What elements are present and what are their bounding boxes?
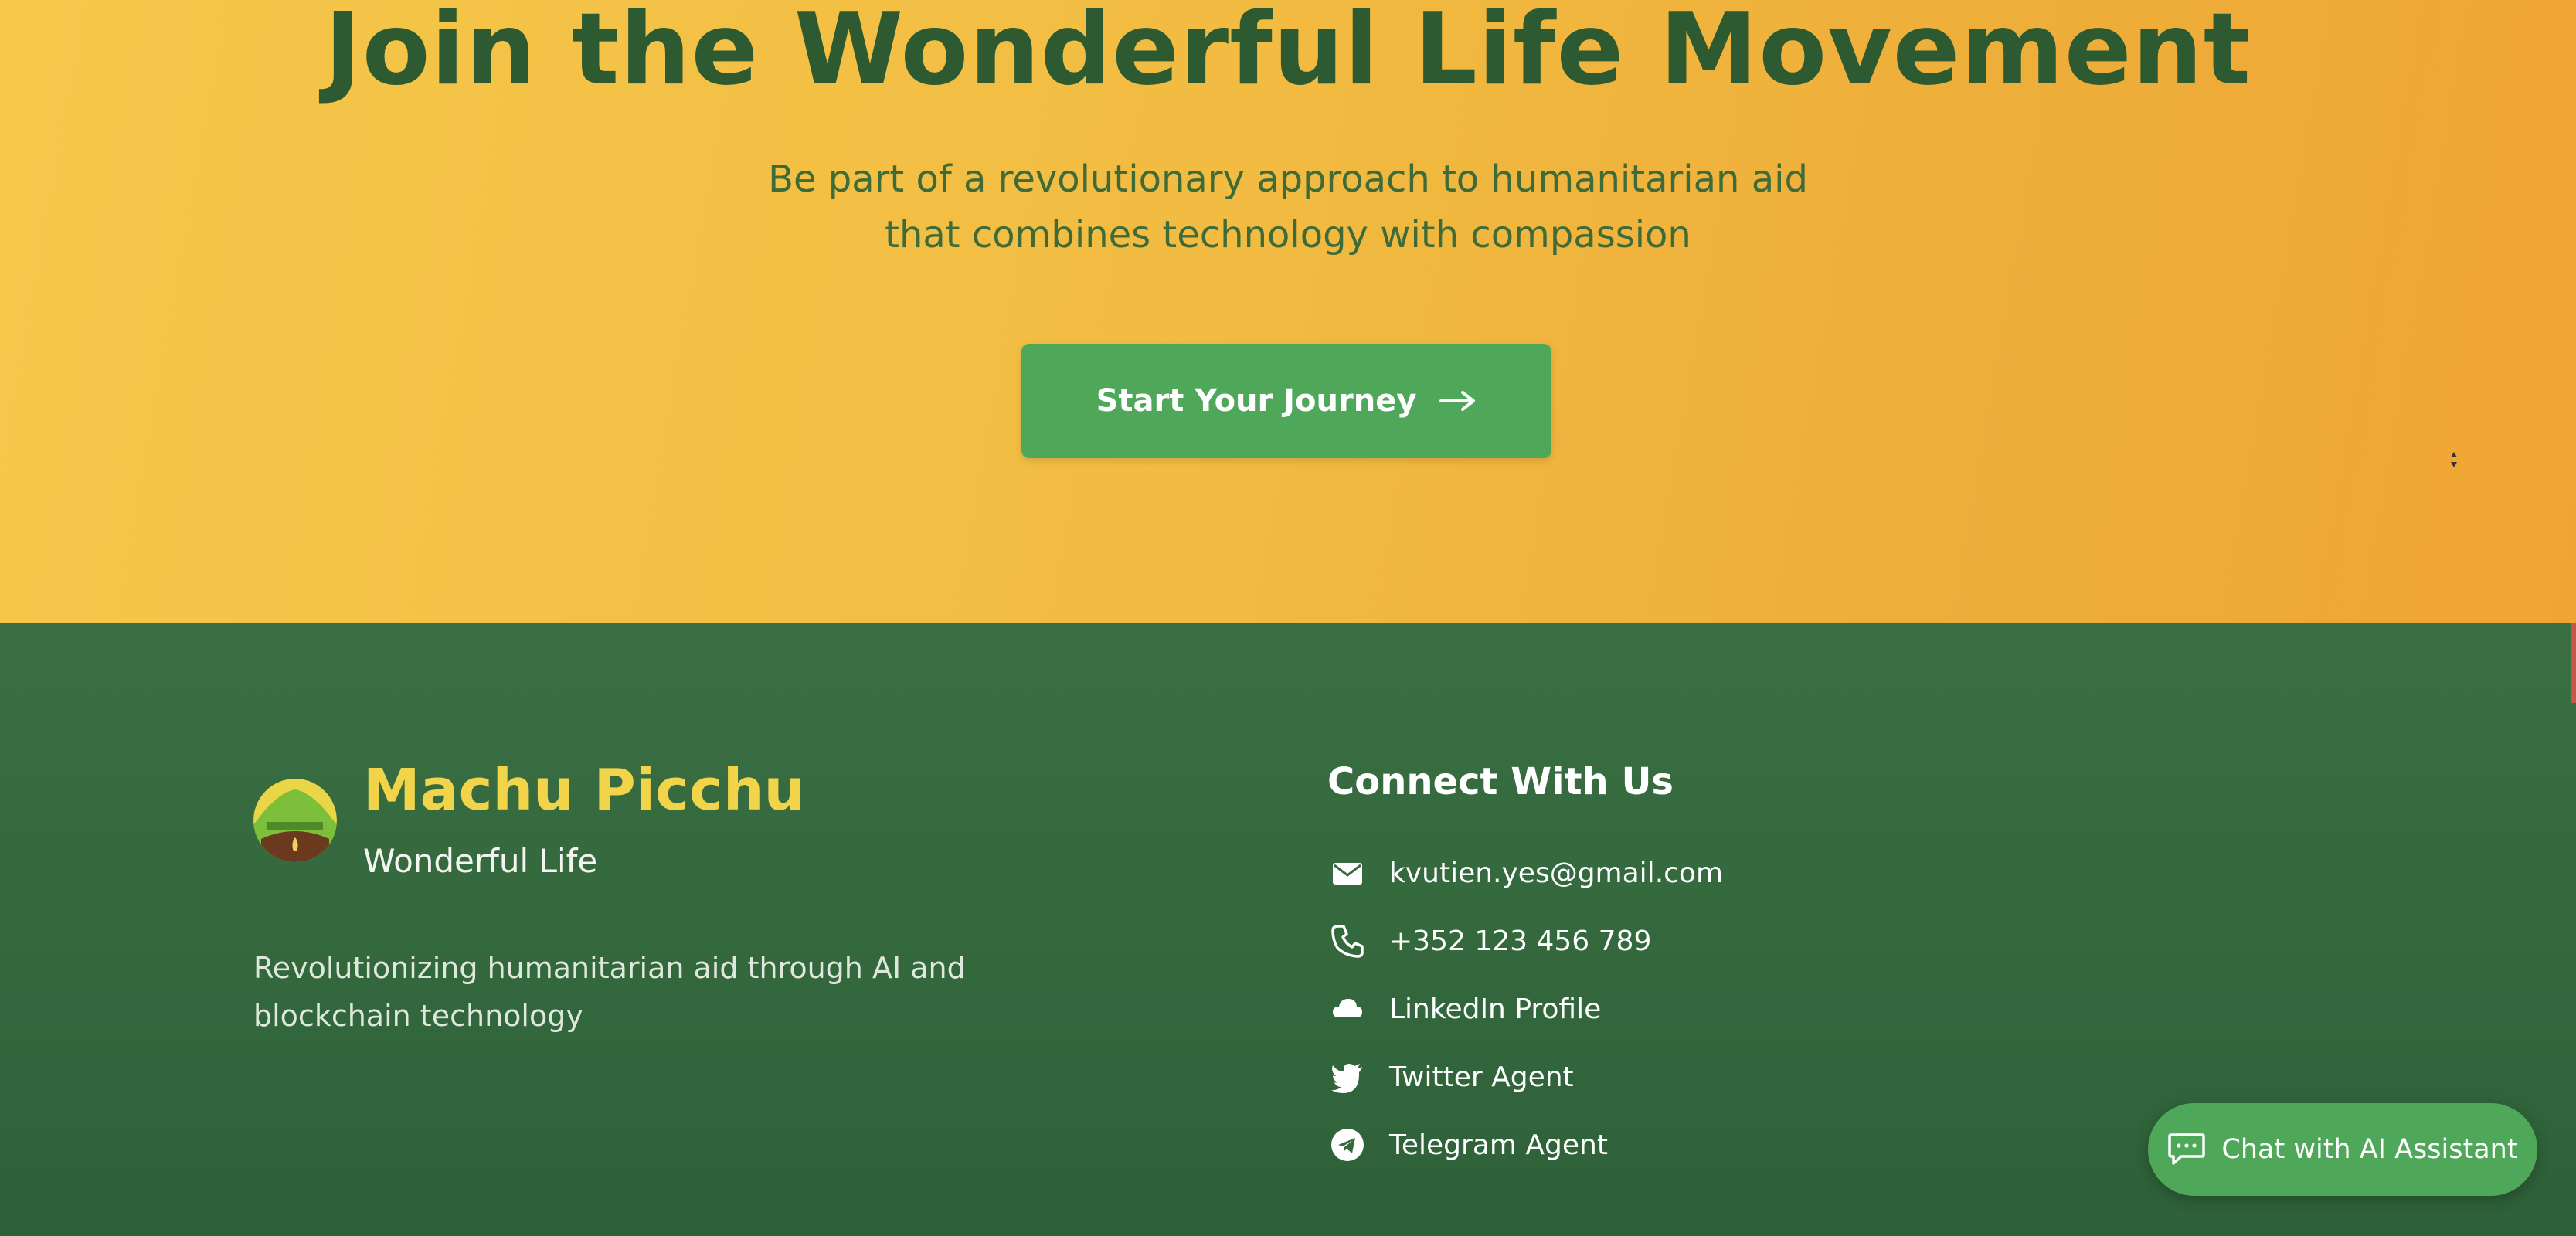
resize-cursor-icon (2451, 452, 2457, 467)
contact-twitter-label: Twitter Agent (1389, 1061, 1574, 1093)
contact-phone-link[interactable]: +352 123 456 789 (1327, 918, 1868, 964)
machu-picchu-logo (253, 779, 337, 862)
connect-title: Connect With Us (1327, 760, 1674, 803)
hero-subtitle-line-2: that combines technology with compassion (885, 213, 1691, 256)
contact-twitter-link[interactable]: Twitter Agent (1327, 1054, 1868, 1100)
brand-name: Machu Picchu (363, 757, 805, 823)
hero-subtitle: Be part of a revolutionary approach to h… (670, 151, 1906, 263)
chat-ai-assistant-button[interactable]: Chat with AI Assistant (2148, 1103, 2537, 1196)
chat-ai-assistant-label: Chat with AI Assistant (2221, 1134, 2518, 1165)
phone-icon (1327, 921, 1368, 961)
contact-phone-label: +352 123 456 789 (1389, 925, 1652, 957)
arrow-right-icon (1439, 391, 1476, 411)
twitter-icon (1327, 1057, 1368, 1097)
contact-email-label: kvutien.yes@gmail.com (1389, 857, 1724, 889)
brand-description: Revolutionizing humanitarian aid through… (253, 944, 1026, 1040)
hero-section: Join the Wonderful Life Movement Be part… (0, 0, 2576, 623)
contact-telegram-label: Telegram Agent (1389, 1129, 1608, 1161)
chat-bubble-icon (2168, 1133, 2206, 1165)
contact-telegram-link[interactable]: Telegram Agent (1327, 1122, 1868, 1168)
contact-linkedin-label: LinkedIn Profile (1389, 993, 1602, 1025)
brand-tagline: Wonderful Life (363, 842, 598, 880)
brand-description-line-2: blockchain technology (253, 999, 583, 1033)
hero-title: Join the Wonderful Life Movement (325, 0, 2251, 107)
contact-email-link[interactable]: kvutien.yes@gmail.com (1327, 850, 1868, 896)
scrollbar-thumb[interactable] (2571, 623, 2576, 703)
brand-description-line-1: Revolutionizing humanitarian aid through… (253, 951, 966, 985)
cloud-icon (1327, 989, 1368, 1029)
telegram-icon (1327, 1125, 1368, 1165)
hero-subtitle-line-1: Be part of a revolutionary approach to h… (768, 158, 1808, 201)
start-journey-label: Start Your Journey (1096, 383, 1417, 419)
start-journey-button[interactable]: Start Your Journey (1021, 344, 1551, 458)
mail-icon (1327, 853, 1368, 893)
contact-linkedin-link[interactable]: LinkedIn Profile (1327, 986, 1868, 1032)
